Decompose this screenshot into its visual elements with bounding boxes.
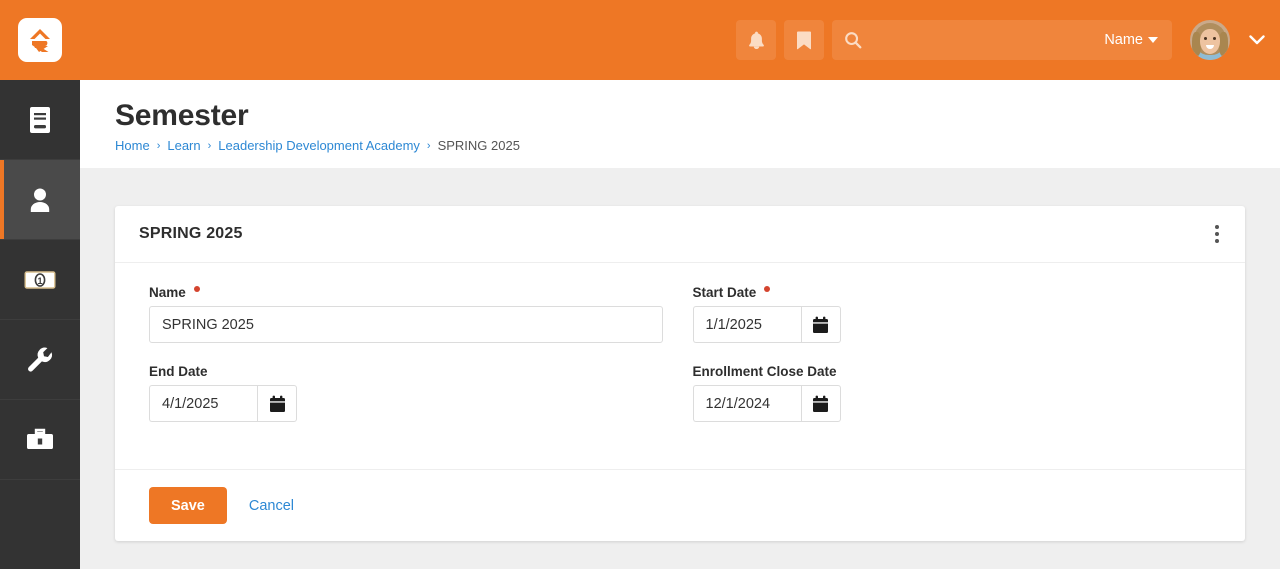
- chevron-right-icon: ›: [207, 139, 212, 152]
- field-start-date: Start Date: [692, 285, 1207, 343]
- start-date-picker-button[interactable]: [800, 306, 841, 343]
- kebab-dot: [1215, 225, 1219, 229]
- form-row-1: Name Start Date: [134, 285, 1221, 364]
- page-title: Semester: [115, 99, 249, 132]
- form-row-2: End Date 4/1/2025 Enrollment Close Date …: [134, 364, 1221, 443]
- bookmarks-button[interactable]: [784, 20, 824, 60]
- notifications-button[interactable]: [736, 20, 776, 60]
- calendar-icon: [813, 316, 828, 333]
- sidebar-item-tools[interactable]: [0, 400, 80, 480]
- label-end-date: End Date: [149, 364, 208, 379]
- bookmark-icon: [797, 31, 811, 50]
- label-start-date-text: Start Date: [692, 285, 757, 300]
- form-col-left: Name: [134, 285, 678, 364]
- label-enrollment-close-date: Enrollment Close Date: [692, 364, 837, 379]
- required-indicator: [193, 286, 200, 292]
- field-enrollment-close-date: Enrollment Close Date: [692, 364, 1207, 422]
- kebab-menu-icon[interactable]: [1209, 219, 1225, 249]
- enrollment-close-date-group: [692, 385, 841, 422]
- search-scope-label: Name: [1104, 32, 1143, 48]
- rock-logo-icon: [30, 29, 50, 52]
- sidebar-item-people[interactable]: [0, 160, 80, 240]
- field-name: Name: [149, 285, 663, 343]
- person-icon: [30, 188, 50, 212]
- form-col-left-2: End Date: [134, 364, 678, 443]
- save-button[interactable]: Save: [149, 487, 227, 524]
- kebab-dot: [1215, 239, 1219, 243]
- field-end-date: End Date: [149, 364, 663, 422]
- search-scope-dropdown[interactable]: Name: [1104, 32, 1158, 48]
- end-date-input[interactable]: [149, 385, 257, 422]
- semester-panel: SPRING 2025 Name SPRING 2025 Start Date …: [115, 206, 1245, 541]
- avatar-eye-right: [1213, 37, 1216, 40]
- kebab-dot: [1215, 232, 1219, 236]
- enrollment-close-date-input[interactable]: [692, 385, 801, 422]
- breadcrumb-item-home[interactable]: Home: [115, 138, 150, 153]
- wrench-icon: [28, 347, 52, 372]
- panel-body: Name Start Date: [115, 263, 1245, 469]
- breadcrumb-item-learn[interactable]: Learn: [167, 138, 200, 153]
- sidebar-item-finance[interactable]: 1: [0, 240, 80, 320]
- start-date-group: [692, 306, 841, 343]
- end-date-picker-button[interactable]: [257, 385, 297, 422]
- calendar-icon: [813, 395, 828, 412]
- name-input[interactable]: [149, 306, 663, 343]
- enrollment-close-date-picker-button[interactable]: [800, 385, 841, 422]
- top-navigation-bar: Name: [0, 0, 1280, 80]
- avatar-eye-left: [1204, 37, 1207, 40]
- required-indicator: [764, 286, 771, 292]
- main-sidebar: 1: [0, 80, 80, 569]
- sidebar-item-cms[interactable]: [0, 80, 80, 160]
- caret-down-icon: [1148, 37, 1158, 43]
- book-icon: [30, 106, 50, 133]
- search-icon: [845, 32, 862, 49]
- bell-icon: [748, 31, 764, 49]
- user-avatar[interactable]: [1190, 20, 1230, 60]
- breadcrumb-item-current: SPRING 2025: [437, 138, 520, 153]
- cancel-button[interactable]: Cancel: [241, 498, 302, 514]
- label-name-text: Name: [149, 285, 186, 300]
- user-menu-button[interactable]: [1248, 31, 1266, 49]
- global-search[interactable]: Name: [832, 20, 1172, 60]
- calendar-icon: [269, 395, 285, 412]
- sidebar-item-admin[interactable]: [0, 320, 80, 400]
- panel-header: SPRING 2025: [115, 206, 1245, 263]
- end-date-group: [149, 385, 297, 422]
- start-date-input[interactable]: [692, 306, 801, 343]
- chevron-down-icon: [1249, 35, 1265, 45]
- topbar-actions: Name: [736, 20, 1280, 60]
- breadcrumb: Home › Learn › Leadership Development Ac…: [115, 138, 1280, 153]
- money-bill-icon: 1: [24, 270, 56, 289]
- avatar-hair-right: [1219, 32, 1228, 56]
- panel-footer: Save Cancel: [115, 469, 1245, 541]
- panel-title: SPRING 2025: [139, 225, 243, 242]
- chevron-right-icon: ›: [426, 139, 431, 152]
- content-area: SPRING 2025 Name SPRING 2025 Start Date …: [80, 168, 1280, 569]
- briefcase-icon: [27, 428, 53, 449]
- page-header: Semester Home › Learn › Leadership Devel…: [80, 80, 1280, 168]
- form-col-right-2: Enrollment Close Date: [678, 364, 1222, 443]
- rock-logo[interactable]: [18, 18, 62, 62]
- form-col-right: Start Date: [678, 285, 1222, 364]
- label-name: Name: [149, 285, 663, 300]
- chevron-right-icon: ›: [156, 139, 161, 152]
- avatar-face: [1200, 29, 1220, 54]
- label-start-date: Start Date: [693, 285, 1207, 300]
- breadcrumb-item-program[interactable]: Leadership Development Academy: [218, 138, 420, 153]
- svg-text:1: 1: [37, 276, 42, 286]
